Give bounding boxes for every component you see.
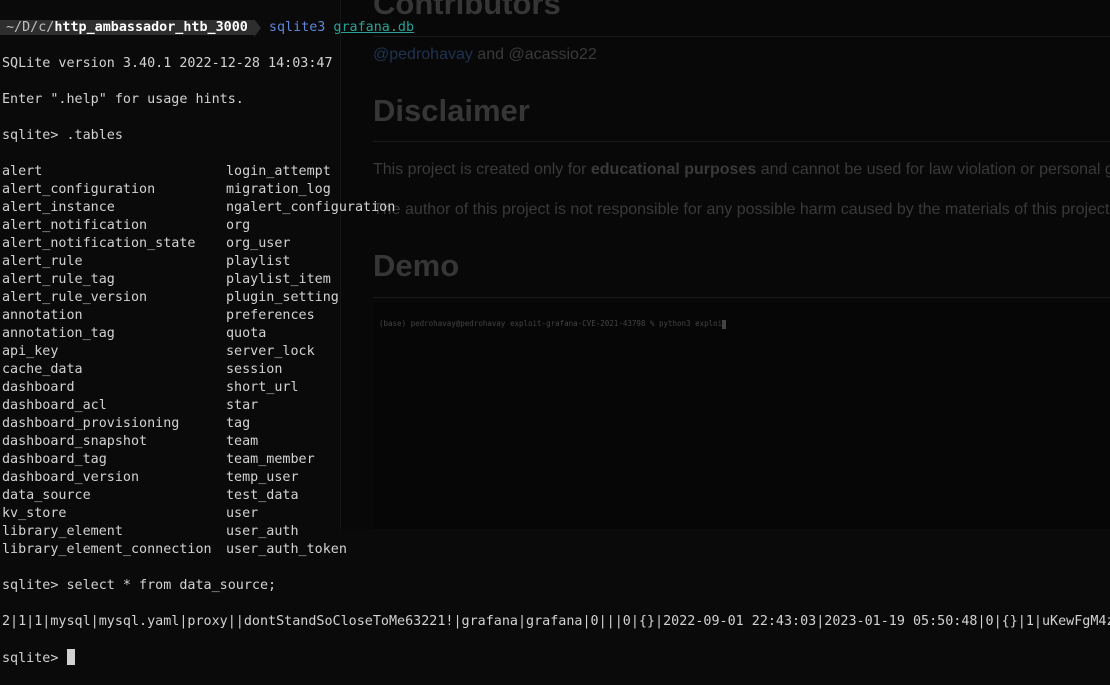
table-name: playlist_item (226, 272, 331, 287)
tables-command: sqlite> .tables (2, 128, 123, 143)
table-name: short_url (226, 380, 299, 395)
table-name: library_element_connection (2, 542, 212, 557)
prompt-arrow-icon (253, 19, 261, 37)
table-name: user (226, 506, 259, 521)
table-row: alert_rule playlist (2, 253, 1110, 271)
table-name: library_element (2, 524, 123, 539)
table-row: alert_rule_version plugin_setting (2, 289, 1110, 307)
table-name: preferences (226, 308, 315, 323)
table-row: annotation preferences (2, 307, 1110, 325)
table-name: server_lock (226, 344, 315, 359)
table-row: alert_notification org (2, 217, 1110, 235)
table-row: alert_instance ngalert_configuration (2, 199, 1110, 217)
table-name: playlist (226, 254, 291, 269)
shell-prompt-line: ~/D/c/http_ambassador_htb_3000 sqlite3 g… (0, 19, 1110, 37)
table-row: dashboard_tag team_member (2, 451, 1110, 469)
table-name: dashboard_snapshot (2, 434, 148, 449)
table-row: dashboard_version temp_user (2, 469, 1110, 487)
table-row: alert_rule_tag playlist_item (2, 271, 1110, 289)
table-name: alert (2, 164, 43, 179)
select-command: sqlite> select * from data_source; (2, 578, 277, 593)
table-row: library_element_connection user_auth_toke… (2, 541, 1110, 559)
table-row: cache_data session (2, 361, 1110, 379)
table-name: annotation (2, 308, 83, 323)
command: sqlite3 (268, 20, 326, 35)
table-row: dashboard_snapshot team (2, 433, 1110, 451)
table-name: org (226, 218, 251, 233)
table-name: dashboard_acl (2, 398, 107, 413)
table-row: dashboard short_url (2, 379, 1110, 397)
table-name: cache_data (2, 362, 83, 377)
table-name: annotation_tag (2, 326, 115, 341)
query-result-row: 2|1|1|mysql|mysql.yaml|proxy||dontStandS… (2, 614, 1110, 629)
table-name: ngalert_configuration (226, 200, 396, 215)
table-name: alert_rule (2, 254, 83, 269)
table-row: alert login_attempt (2, 163, 1110, 181)
table-name: user_auth_token (226, 542, 347, 557)
table-name: alert_rule_version (2, 290, 148, 305)
table-name: tag (226, 416, 251, 431)
table-row: alert_configuration migration_log (2, 181, 1110, 199)
prompt-path: ~/D/c/http_ambassador_htb_3000 (0, 20, 254, 35)
table-name: dashboard (2, 380, 75, 395)
table-name: team (226, 434, 259, 449)
table-name: alert_configuration (2, 182, 156, 197)
sqlite-prompt[interactable]: sqlite> (2, 649, 1110, 667)
cursor (66, 649, 75, 665)
table-name: user_auth (226, 524, 299, 539)
table-name: quota (226, 326, 267, 341)
table-name: org_user (226, 236, 291, 251)
table-name: data_source (2, 488, 91, 503)
version-line: SQLite version 3.40.1 2022-12-28 14:03:4… (2, 56, 333, 71)
table-name: kv_store (2, 506, 67, 521)
table-row: kv_store user (2, 505, 1110, 523)
table-name: dashboard_tag (2, 452, 107, 467)
table-name: migration_log (226, 182, 331, 197)
terminal[interactable]: ~/D/c/http_ambassador_htb_3000 sqlite3 g… (0, 1, 1110, 685)
table-row: alert_notification_state org_user (2, 235, 1110, 253)
table-row: dashboard_provisioning tag (2, 415, 1110, 433)
table-row: api_key server_lock (2, 343, 1110, 361)
table-name: dashboard_version (2, 470, 140, 485)
table-name: dashboard_provisioning (2, 416, 180, 431)
table-name: login_attempt (226, 164, 331, 179)
table-name: alert_notification_state (2, 236, 196, 251)
table-row: library_element user_auth (2, 523, 1110, 541)
table-name: api_key (2, 344, 59, 359)
table-name: temp_user (226, 470, 299, 485)
table-name: team_member (226, 452, 315, 467)
table-name: alert_instance (2, 200, 115, 215)
table-name: session (226, 362, 283, 377)
help-line: Enter ".help" for usage hints. (2, 92, 244, 107)
table-row: dashboard_acl star (2, 397, 1110, 415)
command-argument: grafana.db (333, 20, 415, 35)
table-row: annotation_tag quota (2, 325, 1110, 343)
table-name: plugin_setting (226, 290, 339, 305)
table-name: alert_notification (2, 218, 148, 233)
table-name: test_data (226, 488, 299, 503)
table-name: alert_rule_tag (2, 272, 115, 287)
table-name: star (226, 398, 259, 413)
table-row: data_source test_data (2, 487, 1110, 505)
tables-list: alert login_attempt alert_configuration mig… (2, 163, 1110, 559)
